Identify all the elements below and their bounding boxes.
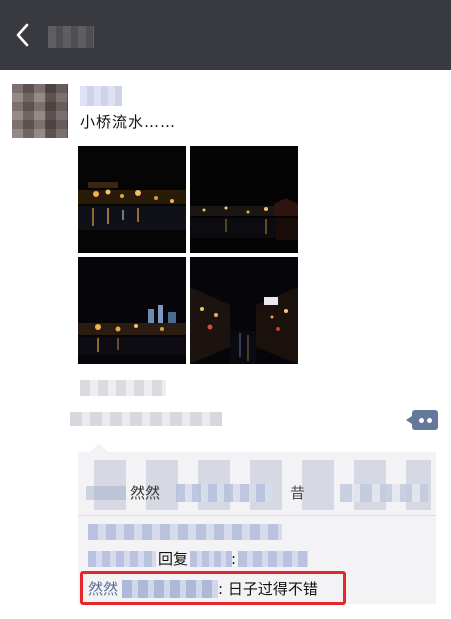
reply-target-redacted[interactable] [190,551,232,567]
comment-author-redacted[interactable] [122,580,218,598]
avatar[interactable] [12,84,68,138]
comment-author-redacted[interactable] [88,551,156,567]
heart-icon [86,486,126,500]
comment-redacted[interactable] [88,524,282,540]
reply-label: 回复 [158,550,189,568]
like-name-partial[interactable]: 昔 [290,483,305,503]
comment-box-caret [90,443,108,452]
more-dots-icon [427,418,432,423]
post-photo[interactable] [190,146,298,253]
like-name-redacted[interactable] [340,484,428,502]
comment-author[interactable]: 然然 [88,579,118,599]
more-actions-button[interactable] [406,410,438,430]
post-text: 小桥流水…… [80,113,177,131]
page-title-redacted [48,26,94,48]
like-name-redacted[interactable] [176,484,272,502]
comment-separator: : [231,550,237,568]
post-photo[interactable] [78,257,186,364]
back-button[interactable] [10,20,38,50]
post-photo[interactable] [78,146,186,253]
comment-text-redacted [238,551,308,567]
author-name-redacted[interactable] [80,86,122,106]
button-pointer [406,416,412,424]
post-location-redacted[interactable] [80,380,166,396]
comment-text: : 日子过得不错 [218,580,318,598]
divider [78,515,436,516]
more-dots-icon [419,418,424,423]
top-navigation-bar [0,0,451,70]
post-timestamp-redacted [70,412,222,426]
post-photo[interactable] [190,257,298,364]
like-name[interactable]: 然然 [130,483,160,503]
chevron-left-icon [16,23,29,47]
